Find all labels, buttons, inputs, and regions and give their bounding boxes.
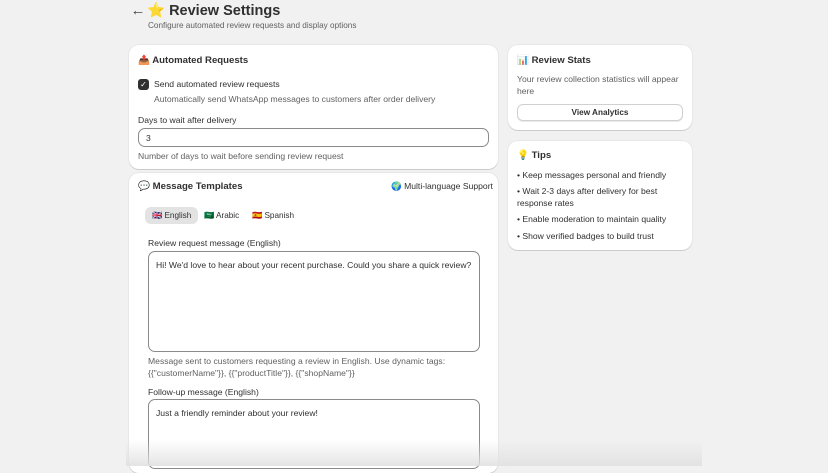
arrow-left-icon: ← xyxy=(130,2,146,19)
days-input[interactable] xyxy=(138,128,489,147)
tips-title: 💡 Tips xyxy=(517,150,552,161)
days-label: Days to wait after delivery xyxy=(138,115,237,125)
tab-english[interactable]: 🇬🇧 English xyxy=(145,207,199,224)
request-message-help: Message sent to customers requesting a r… xyxy=(148,356,446,378)
tip-item: • Show verified badges to build trust xyxy=(517,231,654,241)
back-button[interactable]: ← xyxy=(130,2,146,20)
tab-arabic[interactable]: 🇸🇦 Arabic xyxy=(197,207,246,224)
automated-requests-title: 📤 Automated Requests xyxy=(138,55,249,66)
checkmark-icon: ✓ xyxy=(140,80,147,89)
days-help: Number of days to wait before sending re… xyxy=(138,151,344,161)
send-automated-checkbox[interactable]: ✓ xyxy=(138,79,149,90)
request-message-textarea[interactable]: Hi! We'd love to hear about your recent … xyxy=(148,251,480,352)
review-stats-title: 📊 Review Stats xyxy=(517,55,591,66)
followup-message-label: Follow-up message (English) xyxy=(148,387,259,397)
request-message-label: Review request message (English) xyxy=(148,238,281,248)
tip-item: • Enable moderation to maintain quality xyxy=(517,214,667,224)
send-automated-help: Automatically send WhatsApp messages to … xyxy=(154,94,436,104)
page-subtitle: Configure automated review requests and … xyxy=(148,21,357,30)
page-title: ⭐ Review Settings xyxy=(147,3,281,19)
send-automated-label[interactable]: Send automated review requests xyxy=(154,79,280,89)
tab-spanish[interactable]: 🇪🇸 Spanish xyxy=(245,207,301,224)
multilang-support-badge: 🌍 Multi-language Support xyxy=(391,181,493,191)
view-analytics-button[interactable]: View Analytics xyxy=(517,104,683,121)
tip-item: • Keep messages personal and friendly xyxy=(517,170,667,180)
review-stats-text: Your review collection statistics will a… xyxy=(517,74,679,96)
bottom-fade-overlay xyxy=(126,440,702,466)
message-templates-title: 💬 Message Templates xyxy=(138,181,243,192)
tip-item: • Wait 2-3 days after delivery for best … xyxy=(517,186,658,208)
